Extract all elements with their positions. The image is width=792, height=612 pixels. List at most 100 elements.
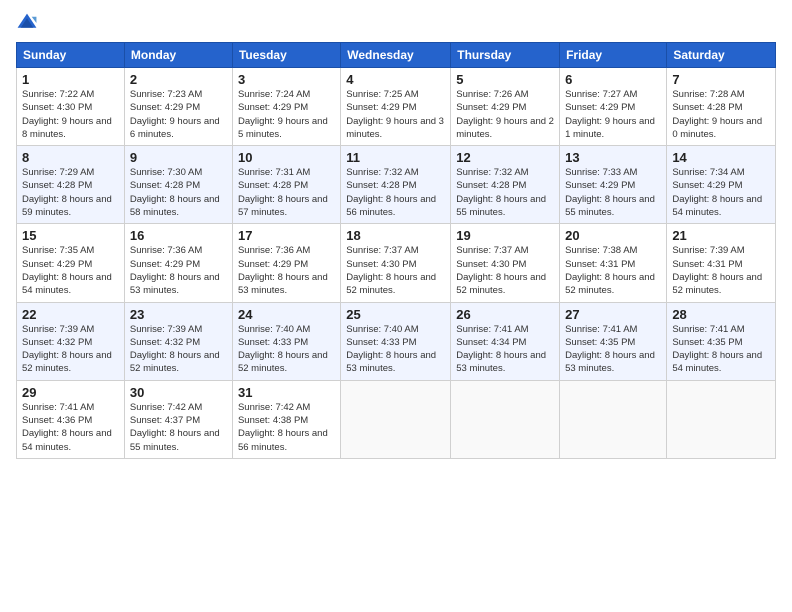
day-number: 15 <box>22 228 119 243</box>
calendar-table: SundayMondayTuesdayWednesdayThursdayFrid… <box>16 42 776 459</box>
day-info: Sunrise: 7:35 AMSunset: 4:29 PMDaylight:… <box>22 244 119 297</box>
calendar-cell: 18Sunrise: 7:37 AMSunset: 4:30 PMDayligh… <box>341 224 451 302</box>
calendar-cell <box>451 380 560 458</box>
day-number: 9 <box>130 150 227 165</box>
day-number: 31 <box>238 385 335 400</box>
day-info: Sunrise: 7:37 AMSunset: 4:30 PMDaylight:… <box>456 244 554 297</box>
day-info: Sunrise: 7:38 AMSunset: 4:31 PMDaylight:… <box>565 244 661 297</box>
day-info: Sunrise: 7:30 AMSunset: 4:28 PMDaylight:… <box>130 166 227 219</box>
calendar-cell: 29Sunrise: 7:41 AMSunset: 4:36 PMDayligh… <box>17 380 125 458</box>
calendar-cell: 11Sunrise: 7:32 AMSunset: 4:28 PMDayligh… <box>341 146 451 224</box>
day-info: Sunrise: 7:39 AMSunset: 4:32 PMDaylight:… <box>130 323 227 376</box>
logo <box>16 12 42 34</box>
logo-icon <box>16 12 38 34</box>
calendar-cell <box>667 380 776 458</box>
day-info: Sunrise: 7:39 AMSunset: 4:32 PMDaylight:… <box>22 323 119 376</box>
week-row-1: 1Sunrise: 7:22 AMSunset: 4:30 PMDaylight… <box>17 68 776 146</box>
calendar-cell: 31Sunrise: 7:42 AMSunset: 4:38 PMDayligh… <box>232 380 340 458</box>
day-number: 11 <box>346 150 445 165</box>
week-row-3: 15Sunrise: 7:35 AMSunset: 4:29 PMDayligh… <box>17 224 776 302</box>
day-number: 20 <box>565 228 661 243</box>
day-info: Sunrise: 7:36 AMSunset: 4:29 PMDaylight:… <box>130 244 227 297</box>
day-info: Sunrise: 7:36 AMSunset: 4:29 PMDaylight:… <box>238 244 335 297</box>
calendar-cell <box>341 380 451 458</box>
calendar-cell: 3Sunrise: 7:24 AMSunset: 4:29 PMDaylight… <box>232 68 340 146</box>
day-number: 27 <box>565 307 661 322</box>
day-number: 6 <box>565 72 661 87</box>
day-number: 23 <box>130 307 227 322</box>
day-number: 22 <box>22 307 119 322</box>
calendar-cell: 23Sunrise: 7:39 AMSunset: 4:32 PMDayligh… <box>124 302 232 380</box>
day-number: 1 <box>22 72 119 87</box>
day-info: Sunrise: 7:41 AMSunset: 4:36 PMDaylight:… <box>22 401 119 454</box>
day-number: 3 <box>238 72 335 87</box>
day-info: Sunrise: 7:40 AMSunset: 4:33 PMDaylight:… <box>346 323 445 376</box>
day-number: 21 <box>672 228 770 243</box>
calendar-cell: 6Sunrise: 7:27 AMSunset: 4:29 PMDaylight… <box>560 68 667 146</box>
calendar-cell: 8Sunrise: 7:29 AMSunset: 4:28 PMDaylight… <box>17 146 125 224</box>
calendar-cell: 15Sunrise: 7:35 AMSunset: 4:29 PMDayligh… <box>17 224 125 302</box>
day-info: Sunrise: 7:41 AMSunset: 4:34 PMDaylight:… <box>456 323 554 376</box>
day-number: 28 <box>672 307 770 322</box>
day-info: Sunrise: 7:40 AMSunset: 4:33 PMDaylight:… <box>238 323 335 376</box>
calendar-body: 1Sunrise: 7:22 AMSunset: 4:30 PMDaylight… <box>17 68 776 459</box>
calendar-cell: 19Sunrise: 7:37 AMSunset: 4:30 PMDayligh… <box>451 224 560 302</box>
day-info: Sunrise: 7:32 AMSunset: 4:28 PMDaylight:… <box>346 166 445 219</box>
day-info: Sunrise: 7:41 AMSunset: 4:35 PMDaylight:… <box>565 323 661 376</box>
calendar-cell: 22Sunrise: 7:39 AMSunset: 4:32 PMDayligh… <box>17 302 125 380</box>
day-header-wednesday: Wednesday <box>341 43 451 68</box>
header <box>16 12 776 34</box>
day-number: 14 <box>672 150 770 165</box>
day-number: 4 <box>346 72 445 87</box>
calendar-cell: 24Sunrise: 7:40 AMSunset: 4:33 PMDayligh… <box>232 302 340 380</box>
calendar-cell: 25Sunrise: 7:40 AMSunset: 4:33 PMDayligh… <box>341 302 451 380</box>
day-info: Sunrise: 7:26 AMSunset: 4:29 PMDaylight:… <box>456 88 554 141</box>
day-info: Sunrise: 7:31 AMSunset: 4:28 PMDaylight:… <box>238 166 335 219</box>
day-info: Sunrise: 7:42 AMSunset: 4:38 PMDaylight:… <box>238 401 335 454</box>
day-info: Sunrise: 7:42 AMSunset: 4:37 PMDaylight:… <box>130 401 227 454</box>
day-info: Sunrise: 7:27 AMSunset: 4:29 PMDaylight:… <box>565 88 661 141</box>
calendar-cell: 1Sunrise: 7:22 AMSunset: 4:30 PMDaylight… <box>17 68 125 146</box>
day-number: 7 <box>672 72 770 87</box>
calendar-cell: 4Sunrise: 7:25 AMSunset: 4:29 PMDaylight… <box>341 68 451 146</box>
calendar-cell: 10Sunrise: 7:31 AMSunset: 4:28 PMDayligh… <box>232 146 340 224</box>
day-header-sunday: Sunday <box>17 43 125 68</box>
page: SundayMondayTuesdayWednesdayThursdayFrid… <box>0 0 792 612</box>
day-number: 26 <box>456 307 554 322</box>
calendar-cell: 9Sunrise: 7:30 AMSunset: 4:28 PMDaylight… <box>124 146 232 224</box>
day-number: 5 <box>456 72 554 87</box>
day-info: Sunrise: 7:33 AMSunset: 4:29 PMDaylight:… <box>565 166 661 219</box>
week-row-2: 8Sunrise: 7:29 AMSunset: 4:28 PMDaylight… <box>17 146 776 224</box>
day-info: Sunrise: 7:32 AMSunset: 4:28 PMDaylight:… <box>456 166 554 219</box>
day-header-saturday: Saturday <box>667 43 776 68</box>
day-info: Sunrise: 7:29 AMSunset: 4:28 PMDaylight:… <box>22 166 119 219</box>
day-info: Sunrise: 7:41 AMSunset: 4:35 PMDaylight:… <box>672 323 770 376</box>
calendar-cell: 14Sunrise: 7:34 AMSunset: 4:29 PMDayligh… <box>667 146 776 224</box>
day-number: 18 <box>346 228 445 243</box>
calendar-cell: 12Sunrise: 7:32 AMSunset: 4:28 PMDayligh… <box>451 146 560 224</box>
day-info: Sunrise: 7:22 AMSunset: 4:30 PMDaylight:… <box>22 88 119 141</box>
day-number: 24 <box>238 307 335 322</box>
day-number: 17 <box>238 228 335 243</box>
week-row-4: 22Sunrise: 7:39 AMSunset: 4:32 PMDayligh… <box>17 302 776 380</box>
day-info: Sunrise: 7:25 AMSunset: 4:29 PMDaylight:… <box>346 88 445 141</box>
day-info: Sunrise: 7:39 AMSunset: 4:31 PMDaylight:… <box>672 244 770 297</box>
calendar-cell: 28Sunrise: 7:41 AMSunset: 4:35 PMDayligh… <box>667 302 776 380</box>
calendar-cell <box>560 380 667 458</box>
day-number: 2 <box>130 72 227 87</box>
calendar-cell: 7Sunrise: 7:28 AMSunset: 4:28 PMDaylight… <box>667 68 776 146</box>
day-number: 29 <box>22 385 119 400</box>
day-number: 12 <box>456 150 554 165</box>
day-number: 19 <box>456 228 554 243</box>
calendar-cell: 13Sunrise: 7:33 AMSunset: 4:29 PMDayligh… <box>560 146 667 224</box>
day-info: Sunrise: 7:28 AMSunset: 4:28 PMDaylight:… <box>672 88 770 141</box>
calendar-cell: 21Sunrise: 7:39 AMSunset: 4:31 PMDayligh… <box>667 224 776 302</box>
day-number: 25 <box>346 307 445 322</box>
day-number: 30 <box>130 385 227 400</box>
calendar-cell: 26Sunrise: 7:41 AMSunset: 4:34 PMDayligh… <box>451 302 560 380</box>
calendar-cell: 16Sunrise: 7:36 AMSunset: 4:29 PMDayligh… <box>124 224 232 302</box>
calendar-cell: 27Sunrise: 7:41 AMSunset: 4:35 PMDayligh… <box>560 302 667 380</box>
calendar-cell: 17Sunrise: 7:36 AMSunset: 4:29 PMDayligh… <box>232 224 340 302</box>
day-header-tuesday: Tuesday <box>232 43 340 68</box>
day-header-thursday: Thursday <box>451 43 560 68</box>
